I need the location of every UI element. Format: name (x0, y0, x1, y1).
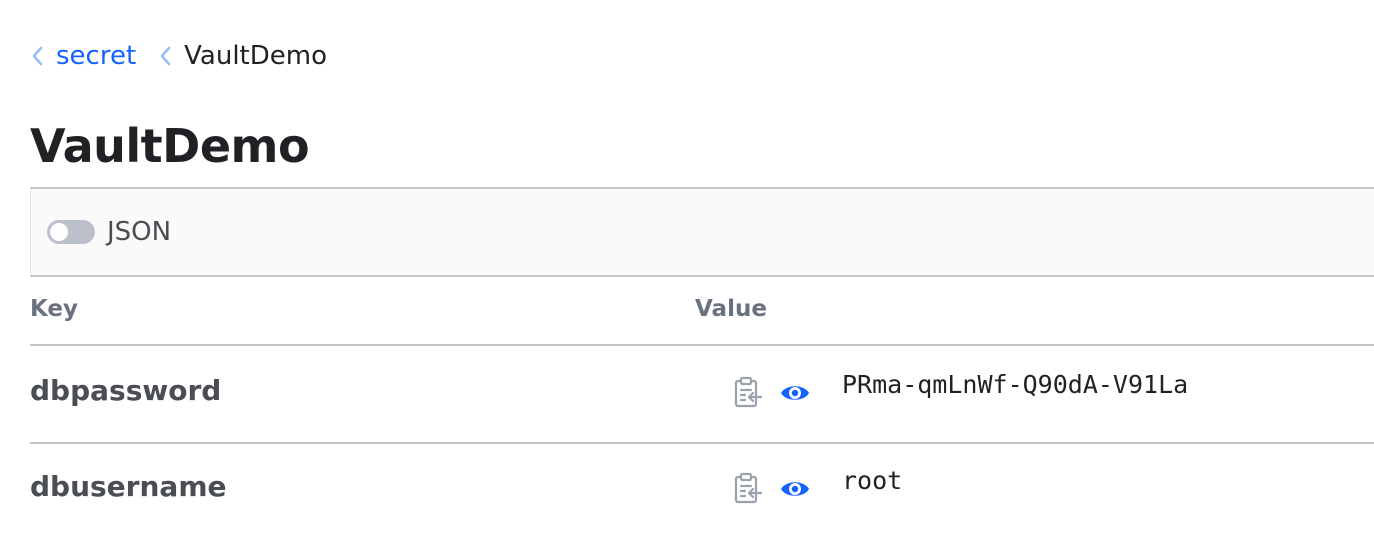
breadcrumb-current: VaultDemo (184, 41, 328, 71)
reveal-button[interactable] (779, 380, 811, 406)
chevron-left-icon (158, 45, 172, 67)
json-toggle[interactable] (47, 220, 95, 244)
copy-button[interactable] (732, 472, 764, 506)
chevron-left-icon (30, 45, 44, 67)
breadcrumb-link-secret[interactable]: secret (56, 41, 136, 71)
breadcrumb-item-secret: secret (30, 41, 136, 71)
secret-toolbar: JSON (30, 187, 1374, 277)
breadcrumb: secret VaultDemo (30, 36, 327, 76)
table-row: dbusername root (30, 442, 1374, 538)
table-row: dbpassword PRma-qmLnWf-Q90dA-V91La (30, 346, 1374, 444)
breadcrumb-item-vaultdemo: VaultDemo (158, 41, 327, 71)
json-toggle-label[interactable]: JSON (107, 217, 171, 247)
eye-icon (781, 482, 809, 496)
clipboard-copy-icon (734, 472, 763, 504)
column-header-value: Value (695, 296, 767, 322)
copy-button[interactable] (732, 376, 764, 410)
column-header-key: Key (30, 296, 79, 322)
page-title: VaultDemo (30, 119, 310, 173)
secret-key: dbusername (30, 470, 227, 503)
secret-key: dbpassword (30, 374, 222, 407)
clipboard-copy-icon (734, 376, 763, 408)
secret-value: root (842, 466, 903, 495)
secret-detail-page: secret VaultDemo VaultDemo JSON Key Valu… (30, 0, 1374, 530)
secret-value: PRma-qmLnWf-Q90dA-V91La (842, 370, 1189, 399)
toggle-knob (50, 223, 68, 241)
eye-icon (781, 386, 809, 400)
reveal-button[interactable] (779, 476, 811, 502)
